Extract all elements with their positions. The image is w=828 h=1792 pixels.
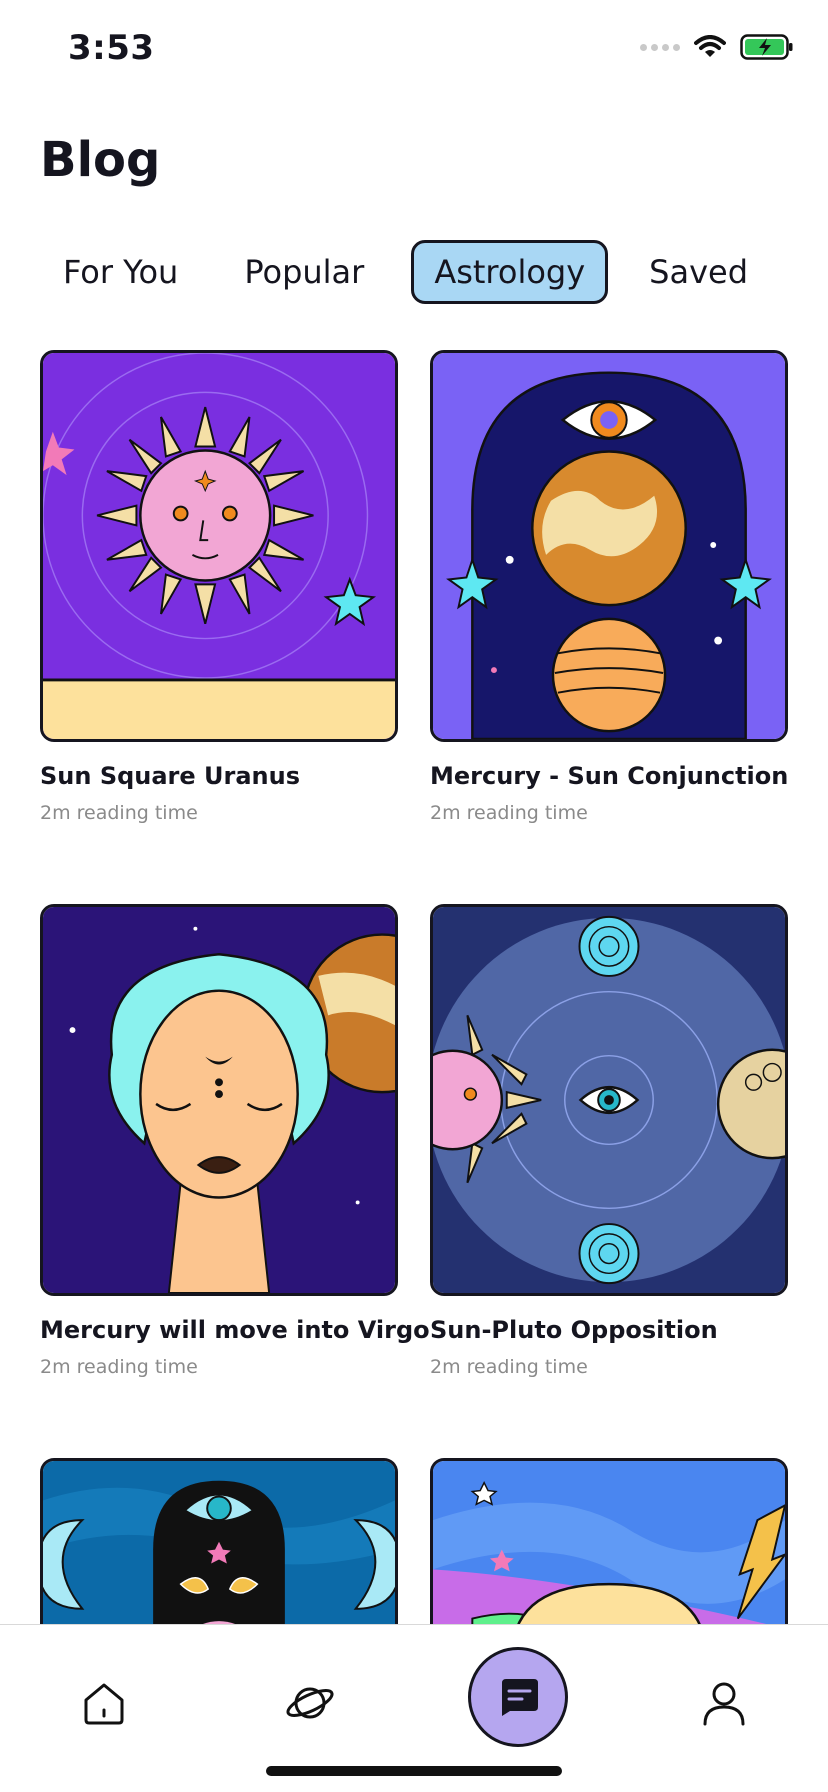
- home-indicator: [266, 1766, 562, 1776]
- signal-dots-icon: [640, 43, 680, 51]
- battery-charging-icon: [740, 34, 793, 60]
- tab-astrology[interactable]: Astrology: [411, 240, 609, 304]
- planets-arch-illustration: [430, 350, 788, 742]
- wifi-icon: [694, 35, 726, 57]
- status-bar: 3:53: [0, 0, 828, 100]
- nav-profile[interactable]: [694, 1673, 754, 1733]
- home-icon: [84, 1683, 124, 1725]
- post-title: Mercury will move into Virgo: [40, 1316, 430, 1344]
- planet-icon: [286, 1687, 334, 1719]
- post-reading-time: 2m reading time: [430, 1356, 588, 1378]
- sun-eye-moon-orbit-illustration: [430, 904, 788, 1296]
- post-card[interactable]: Sun Square Uranus 2m reading time: [40, 350, 398, 824]
- nav-home[interactable]: [74, 1673, 134, 1733]
- post-title: Mercury - Sun Conjunction: [430, 762, 789, 790]
- post-reading-time: 2m reading time: [40, 802, 198, 824]
- post-card[interactable]: Sun-Pluto Opposition 2m reading time: [430, 904, 788, 1378]
- tab-saved[interactable]: Saved: [626, 240, 771, 304]
- nav-explore[interactable]: [280, 1673, 340, 1733]
- post-reading-time: 2m reading time: [430, 802, 588, 824]
- status-icons: [640, 34, 794, 60]
- nav-blog[interactable]: [468, 1647, 568, 1747]
- page-title: Blog: [40, 132, 161, 188]
- tab-for-you[interactable]: For You: [40, 240, 201, 304]
- category-tabs: For You Popular Astrology Saved: [40, 240, 771, 304]
- tab-popular[interactable]: Popular: [221, 240, 387, 304]
- post-reading-time: 2m reading time: [40, 1356, 198, 1378]
- sun-face-illustration: [40, 350, 398, 742]
- post-title: Sun Square Uranus: [40, 762, 301, 790]
- status-time: 3:53: [68, 28, 155, 68]
- post-card[interactable]: Mercury will move into Virgo 2m reading …: [40, 904, 430, 1378]
- profile-icon: [703, 1682, 745, 1726]
- woman-third-eye-illustration: [40, 904, 398, 1296]
- post-title: Sun-Pluto Opposition: [430, 1316, 718, 1344]
- post-card[interactable]: Mercury - Sun Conjunction 2m reading tim…: [430, 350, 788, 824]
- blog-icon: [502, 1679, 538, 1716]
